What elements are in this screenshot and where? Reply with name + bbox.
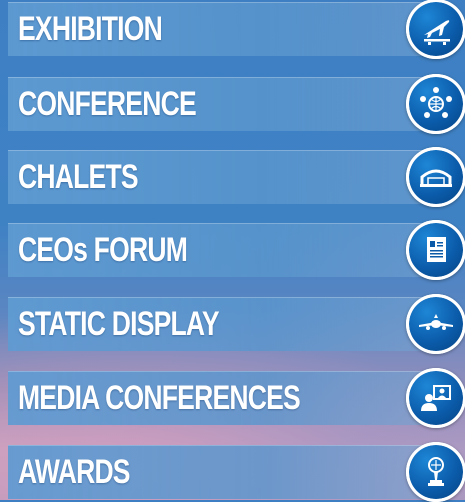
- menu-item-ceos-forum[interactable]: CEOs FORUM: [8, 220, 465, 280]
- menu-item-label: STATIC DISPLAY: [18, 305, 220, 343]
- document-icon: [406, 220, 465, 280]
- menu-item-label: EXHIBITION: [18, 10, 163, 48]
- conference-table-icon: [406, 74, 465, 134]
- trophy-icon: [406, 442, 465, 502]
- menu-item-label: CONFERENCE: [18, 85, 197, 123]
- menu-item-media-conferences[interactable]: MEDIA CONFERENCES: [8, 368, 465, 428]
- hangar-icon: [406, 147, 465, 207]
- menu-item-conference[interactable]: CONFERENCE: [8, 74, 465, 134]
- menu-item-chalets[interactable]: CHALETS: [8, 147, 465, 207]
- main-menu: EXHIBITION CONFERENCE CHALETS CEOs FORUM…: [0, 0, 465, 502]
- menu-item-label: AWARDS: [18, 453, 131, 491]
- airliner-front-icon: [406, 294, 465, 354]
- video-call-icon: [406, 368, 465, 428]
- menu-item-label: MEDIA CONFERENCES: [18, 379, 301, 417]
- menu-item-label: CEOs FORUM: [18, 231, 188, 269]
- menu-item-static-display[interactable]: STATIC DISPLAY: [8, 294, 465, 354]
- airplane-takeoff-icon: [406, 0, 465, 59]
- menu-item-label: CHALETS: [18, 158, 139, 196]
- menu-item-awards[interactable]: AWARDS: [8, 442, 465, 502]
- menu-item-exhibition[interactable]: EXHIBITION: [8, 0, 465, 59]
